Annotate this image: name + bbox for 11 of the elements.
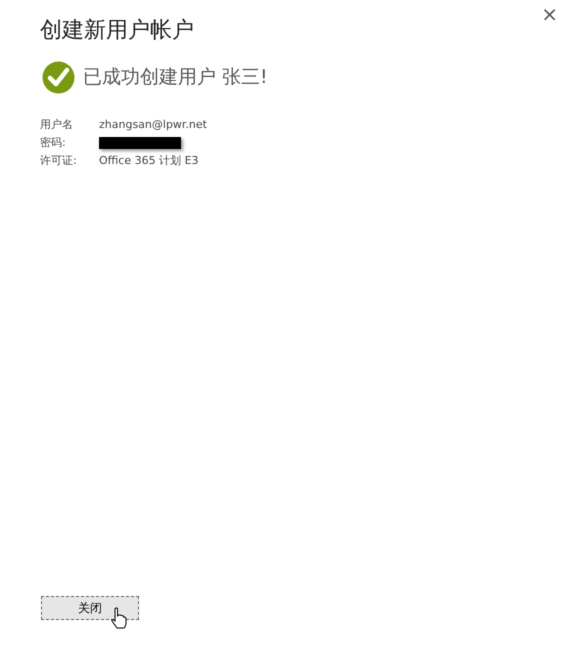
field-label: 用户名 [40, 117, 74, 133]
checkmark-icon [42, 61, 75, 94]
hand-cursor-icon [111, 607, 127, 629]
close-dialog-button[interactable]: 关闭 [41, 596, 139, 620]
field-value: Office 365 计划 E3 [99, 153, 199, 169]
dialog-title: 创建新用户帐户 [40, 17, 195, 45]
close-button[interactable]: × [537, 4, 562, 24]
success-message: 已成功创建用户 张三! [83, 65, 268, 90]
field-label: 许可证: [40, 153, 78, 169]
field-value: zhangsan@lpwr.net [99, 117, 207, 133]
field-label: 密码: [40, 135, 67, 151]
